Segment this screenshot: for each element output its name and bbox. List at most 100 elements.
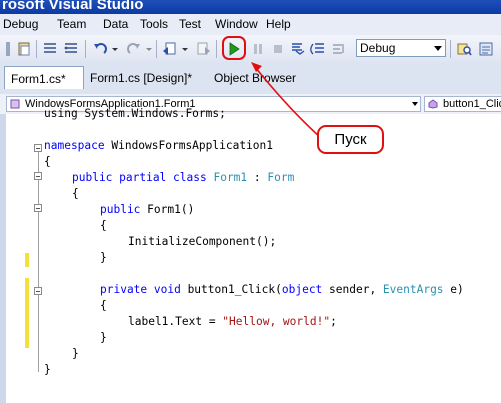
changed-line-marker <box>25 253 29 267</box>
class-icon <box>10 99 20 109</box>
code-brace: { <box>44 155 51 168</box>
code-text: Form1() <box>140 203 195 216</box>
backward-dropdown-icon[interactable] <box>181 41 189 57</box>
tab-label: Object Browser <box>214 71 297 85</box>
step-over-icon[interactable] <box>310 41 326 57</box>
redo-icon[interactable] <box>126 41 142 57</box>
toolbar-grip-icon <box>6 42 10 56</box>
tab-form1-cs[interactable]: Form1.cs* <box>4 66 84 89</box>
solution-configuration-value: Debug <box>360 41 396 55</box>
navigate-backward-icon[interactable] <box>162 41 178 57</box>
code-brace: { <box>100 219 107 232</box>
code-keyword: private void <box>100 283 181 296</box>
code-text: WindowsFormsApplication1 <box>104 139 274 152</box>
start-button-highlight <box>222 36 246 60</box>
pause-icon[interactable] <box>250 41 266 57</box>
code-brace: { <box>72 187 79 200</box>
code-line: { <box>72 187 79 201</box>
menu-window[interactable]: Window <box>215 17 258 31</box>
code-text: : <box>247 171 268 184</box>
code-brace: } <box>44 363 51 376</box>
code-editor[interactable] <box>6 114 501 403</box>
tab-label: Form1.cs* <box>11 72 66 86</box>
code-keyword: public <box>100 203 141 216</box>
changed-line-marker <box>25 278 29 348</box>
chevron-down-icon <box>434 46 442 51</box>
code-brace: } <box>72 347 79 360</box>
comment-lines-icon[interactable] <box>42 41 58 57</box>
window-title: rosoft Visual Studio <box>2 0 144 13</box>
code-line: using System.Windows.Forms; <box>44 107 226 121</box>
code-line: } <box>100 251 107 265</box>
code-string: "Hellow, world!" <box>222 315 331 328</box>
code-line: { <box>100 219 107 233</box>
annotation-label: Пуск <box>334 131 367 148</box>
menu-bar: Debug Team Data Tools Test Window Help <box>0 14 501 36</box>
tab-object-browser[interactable]: Object Browser <box>208 66 308 88</box>
code-line: InitializeComponent(); <box>128 235 276 249</box>
chevron-down-icon <box>412 102 418 106</box>
tab-form1-designer[interactable]: Form1.cs [Design]* <box>84 66 204 88</box>
code-text: e) <box>443 283 464 296</box>
code-line: public Form1() <box>100 203 194 217</box>
code-keyword: object <box>281 283 323 296</box>
code-line: } <box>72 347 79 361</box>
code-line: { <box>44 155 51 169</box>
title-bar: rosoft Visual Studio <box>0 0 501 14</box>
code-text: label1.Text = <box>128 315 223 328</box>
code-line: private void button1_Click(object sender… <box>100 283 464 297</box>
tab-label: Form1.cs [Design]* <box>90 71 193 85</box>
toolbar-separator <box>156 40 157 58</box>
redo-dropdown-icon[interactable] <box>145 41 153 57</box>
code-text: sender, <box>322 283 383 296</box>
navigate-forward-icon[interactable] <box>195 41 211 57</box>
code-type: EventArgs <box>382 283 444 296</box>
menu-test[interactable]: Test <box>179 17 201 31</box>
code-line: } <box>44 363 51 377</box>
code-keyword: namespace <box>44 139 105 152</box>
member-combo-value: button1_Clic <box>443 98 501 110</box>
code-brace: } <box>100 331 107 344</box>
method-icon <box>428 99 438 109</box>
code-line: { <box>100 299 107 313</box>
code-text: button1_Click( <box>180 283 282 296</box>
toolbar-separator <box>85 40 86 58</box>
undo-dropdown-icon[interactable] <box>111 41 119 57</box>
menu-data[interactable]: Data <box>103 17 128 31</box>
solution-configuration-combo[interactable]: Debug <box>356 39 446 57</box>
find-in-files-icon[interactable] <box>456 41 472 57</box>
code-line: label1.Text = "Hellow, world!"; <box>128 315 337 329</box>
code-type: Form1 <box>213 171 248 184</box>
toolbar-separator <box>36 40 37 58</box>
collapse-namespace-icon[interactable] <box>34 144 42 152</box>
collapse-constructor-icon[interactable] <box>34 204 42 212</box>
outline-line <box>38 152 39 372</box>
start-annotation-callout: Пуск <box>317 125 384 154</box>
toolbar-separator <box>216 40 217 58</box>
code-line: namespace WindowsFormsApplication1 <box>44 139 273 153</box>
menu-team[interactable]: Team <box>57 17 86 31</box>
solution-explorer-icon[interactable] <box>478 41 494 57</box>
paste-icon[interactable] <box>16 41 32 57</box>
code-line: public partial class Form1 : Form <box>72 171 294 185</box>
code-brace: } <box>100 251 107 264</box>
code-text: ; <box>330 315 337 328</box>
menu-tools[interactable]: Tools <box>140 17 168 31</box>
step-into-icon[interactable] <box>290 41 306 57</box>
toolbar-separator <box>450 40 451 58</box>
collapse-method-icon[interactable] <box>34 287 42 295</box>
code-type: Form <box>267 171 295 184</box>
code-text: InitializeComponent(); <box>128 235 277 248</box>
step-out-icon[interactable] <box>331 41 347 57</box>
code-text: using System.Windows.Forms; <box>44 107 226 120</box>
code-line: } <box>100 331 107 345</box>
document-tab-bar: Form1.cs* Form1.cs [Design]* Object Brow… <box>0 62 501 94</box>
uncomment-lines-icon[interactable] <box>63 41 79 57</box>
code-keyword: public partial class <box>72 171 207 184</box>
undo-icon[interactable] <box>92 41 108 57</box>
menu-help[interactable]: Help <box>266 17 291 31</box>
member-combo[interactable]: button1_Clic <box>424 96 501 112</box>
stop-debugging-icon[interactable] <box>270 41 286 57</box>
collapse-class-icon[interactable] <box>34 172 42 180</box>
menu-debug[interactable]: Debug <box>3 17 38 31</box>
